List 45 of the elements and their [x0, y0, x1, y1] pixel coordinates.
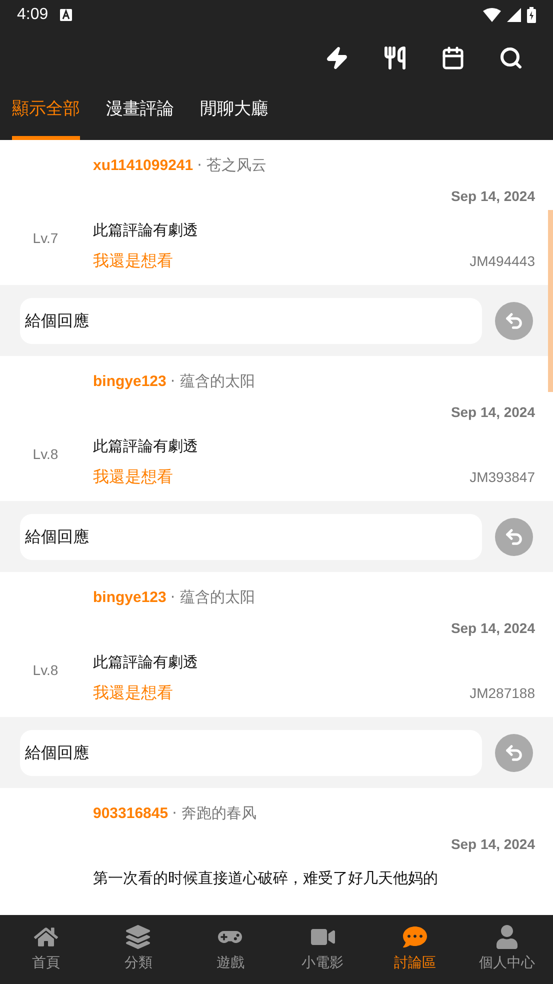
battery-icon — [527, 7, 536, 23]
wifi-icon — [483, 8, 501, 22]
reply-field[interactable]: 給個回應 — [20, 514, 482, 560]
tab[interactable]: 閒聊大廳 — [200, 92, 268, 140]
comic-id: JM393847 — [470, 468, 535, 486]
comment-text: 此篇評論有劇透 — [93, 220, 199, 240]
user-level: Lv.8 — [32, 661, 58, 680]
comment-date: Sep 14, 2024 — [450, 186, 535, 206]
fork-knife-icon[interactable] — [383, 46, 407, 70]
comment-text: 此篇評論有劇透 — [93, 436, 199, 456]
comment-date: Sep 14, 2024 — [450, 618, 535, 638]
signal-icon — [507, 8, 521, 22]
chat-bubble-icon — [402, 925, 427, 949]
nav-tab[interactable]: 遊戲 — [184, 915, 277, 984]
nav-tab[interactable]: 分類 — [92, 915, 184, 984]
nickname: · 奔跑的春风 — [172, 803, 257, 824]
comment-text: 第一次看的时候直接道心破碎，难受了好几天他妈的 — [93, 868, 439, 888]
tab[interactable]: 漫畫評論 — [106, 92, 174, 140]
user-icon — [494, 925, 519, 949]
nickname: · 苍之风云 — [197, 155, 267, 176]
home-icon — [34, 925, 58, 949]
nav-tab[interactable]: 首頁 — [0, 915, 92, 984]
reply-arrow-icon — [504, 526, 524, 546]
nav-tab[interactable]: 討論區 — [368, 915, 461, 984]
nickname: · 蕴含的太阳 — [170, 371, 255, 392]
comic-id: JM287188 — [470, 684, 535, 702]
user-level: Lv.7 — [32, 229, 58, 248]
comment-text: 此篇評論有劇透 — [93, 652, 199, 672]
lightning-icon[interactable] — [325, 46, 349, 70]
reply-arrow-icon — [504, 310, 524, 330]
comic-id: JM494443 — [470, 252, 535, 270]
search-icon[interactable] — [499, 46, 523, 70]
user-level: Lv.8 — [32, 445, 58, 464]
clock: 4:09 — [17, 5, 48, 25]
comment-date: Sep 14, 2024 — [450, 402, 535, 422]
nav-tab[interactable]: 小電影 — [276, 915, 369, 984]
nickname: · 蕴含的太阳 — [170, 587, 255, 608]
reply-field[interactable]: 給個回應 — [20, 730, 482, 776]
layers-icon — [126, 925, 150, 949]
reply-field[interactable]: 給個回應 — [20, 298, 482, 344]
reply-arrow-icon — [504, 742, 524, 762]
keyboard-icon — [60, 9, 72, 21]
nav-tab[interactable]: 個人中心 — [460, 915, 553, 984]
calendar-icon[interactable] — [441, 46, 465, 70]
comment-date: Sep 14, 2024 — [450, 834, 535, 854]
